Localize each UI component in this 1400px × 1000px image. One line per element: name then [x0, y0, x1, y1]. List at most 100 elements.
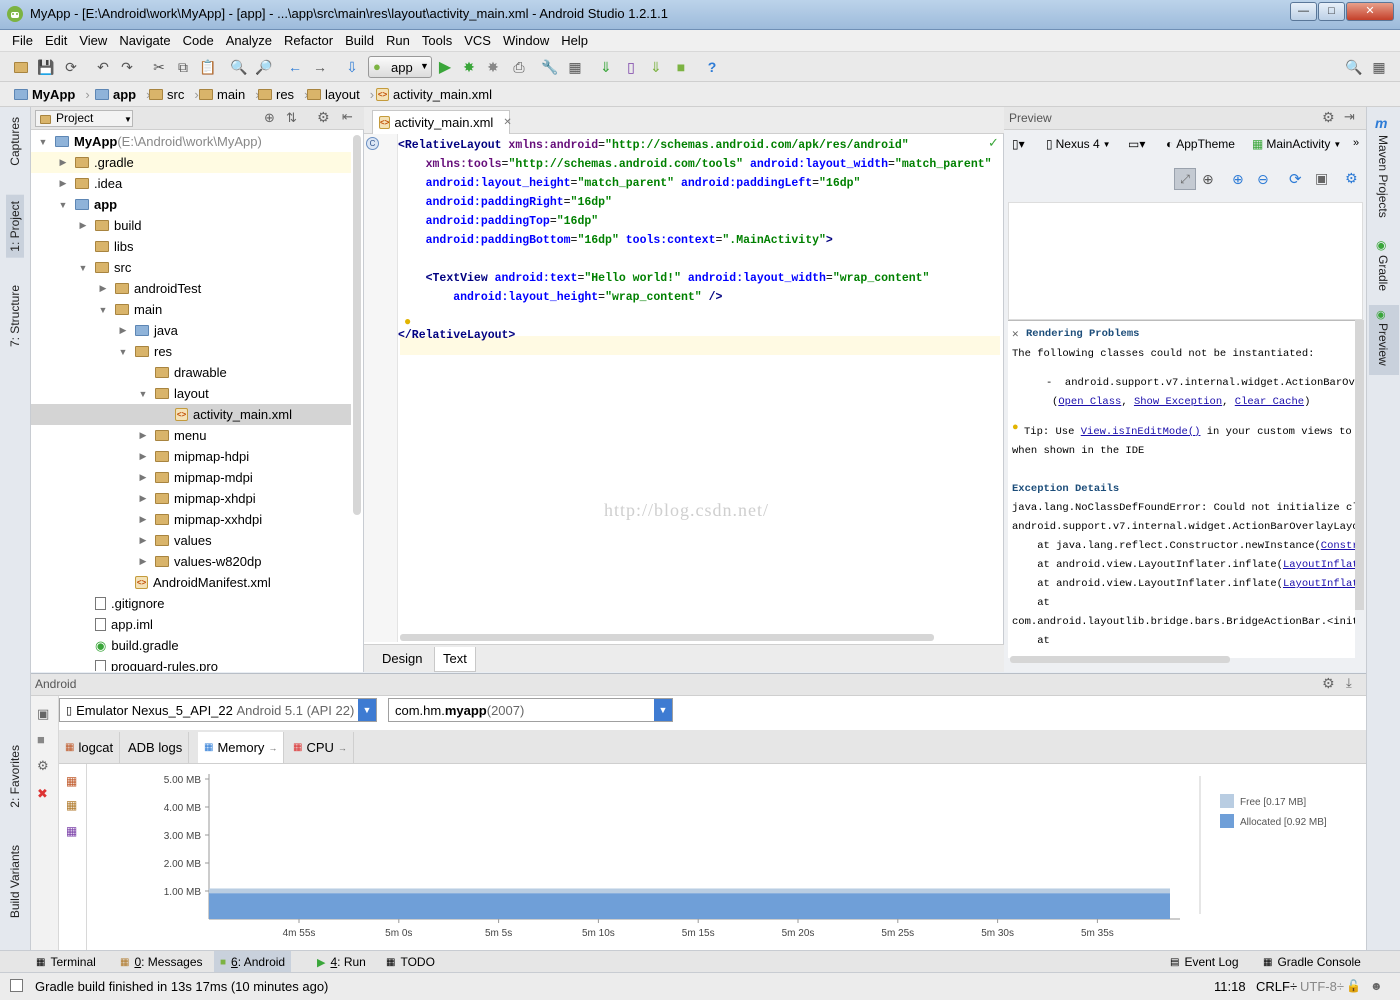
chevron-right-icon[interactable]: ▶	[137, 493, 149, 504]
tree-item[interactable]: ▼ src	[31, 257, 351, 278]
breadcrumb-item[interactable]: <> activity_main.xml	[376, 85, 492, 104]
caret-position[interactable]: 11:18	[1214, 979, 1246, 994]
hector-icon[interactable]: ☻	[1370, 979, 1383, 993]
process-combo[interactable]: com.hm. myapp (2007) ▼	[388, 698, 673, 722]
gc-icon[interactable]: ▦	[66, 798, 77, 812]
close-tab-icon[interactable]: ✕	[503, 117, 511, 128]
tree-item[interactable]: ▼ layout	[31, 383, 351, 404]
preview-canvas[interactable]	[1008, 202, 1363, 320]
line-separator[interactable]: CRLF÷	[1256, 979, 1297, 994]
chevron-right-icon[interactable]: ▶	[137, 430, 149, 441]
menu-view[interactable]: View	[73, 30, 113, 52]
chevron-down-icon[interactable]: ▼	[37, 137, 49, 147]
sync-icon[interactable]: ⟳	[62, 58, 80, 76]
tree-item[interactable]: ▶ java	[31, 320, 351, 341]
scroll-from-source-icon[interactable]: ⊕	[264, 110, 275, 126]
avd-manager-icon[interactable]: ▯	[622, 58, 640, 76]
chevron-right-icon[interactable]: ▶	[97, 283, 109, 294]
messages-tab[interactable]: ▦ 0: Messages	[114, 951, 209, 973]
forward-icon[interactable]: →	[311, 58, 329, 76]
run-tab[interactable]: ▶ 4: Run	[311, 951, 372, 973]
tab-logcat[interactable]: ▦ logcat	[59, 732, 121, 763]
show-exception-link[interactable]: Show Exception	[1134, 396, 1222, 408]
code-text[interactable]: <RelativeLayout xmlns:android="http://sc…	[398, 136, 998, 376]
breadcrumb-item[interactable]: layout ›	[307, 85, 374, 104]
tree-item[interactable]: ▶ mipmap-xxhdpi	[31, 509, 351, 530]
gear-icon[interactable]: ⚙	[1345, 170, 1358, 187]
run-configuration-select[interactable]: ● app ▼	[368, 56, 432, 78]
tree-item[interactable]: ▶ androidTest	[31, 278, 351, 299]
theme-select[interactable]: ◐ AppTheme	[1166, 137, 1235, 151]
chevron-right-icon[interactable]: ▶	[57, 157, 69, 168]
tree-scrollbar[interactable]	[353, 135, 361, 515]
activity-select[interactable]: ▦ MainActivity ▼	[1252, 137, 1341, 151]
tree-item[interactable]: ▶ mipmap-mdpi	[31, 467, 351, 488]
file-encoding[interactable]: UTF-8÷	[1300, 979, 1344, 994]
menu-refactor[interactable]: Refactor	[278, 30, 339, 52]
tree-item[interactable]: <> activity_main.xml	[31, 404, 351, 425]
chevron-down-icon[interactable]: ▼	[137, 389, 149, 399]
menu-run[interactable]: Run	[380, 30, 416, 52]
hide-panel-icon[interactable]: ⇤	[342, 109, 353, 125]
sdk-manager-icon[interactable]: ▦	[566, 58, 584, 76]
camera-icon[interactable]: ▣	[37, 706, 49, 722]
tree-item[interactable]: ▶ mipmap-hdpi	[31, 446, 351, 467]
pin-icon[interactable]: →	[338, 743, 347, 753]
captures-tab[interactable]: Captures	[8, 117, 22, 166]
favorites-tab[interactable]: 2: Favorites	[8, 745, 22, 808]
screenshot-icon[interactable]: ▣	[1315, 170, 1328, 187]
device-combo[interactable]: ▯ Emulator Nexus_5_API_22 Android 5.1 (A…	[59, 698, 377, 722]
terminate-icon[interactable]: ✖	[37, 786, 48, 802]
tree-item[interactable]: ▼ res	[31, 341, 351, 362]
find-action-icon[interactable]: ▦	[1370, 58, 1388, 76]
coverage-icon[interactable]: ✸	[484, 58, 502, 76]
tree-item[interactable]: .gitignore	[31, 593, 351, 614]
maven-projects-tab[interactable]: Maven Projects	[1376, 135, 1390, 218]
tab-design[interactable]: Design	[374, 647, 430, 672]
back-icon[interactable]: ←	[286, 58, 304, 76]
chevron-down-icon[interactable]: ▼	[77, 263, 89, 273]
tree-item[interactable]: ▶ values-w820dp	[31, 551, 351, 572]
tree-item[interactable]: libs	[31, 236, 351, 257]
tree-item[interactable]: ▼ MyApp (E:\Android\work\MyApp)	[31, 131, 351, 152]
chevron-right-icon[interactable]: ▶	[137, 556, 149, 567]
menu-tools[interactable]: Tools	[416, 30, 458, 52]
tree-item[interactable]: ▶ .idea	[31, 173, 351, 194]
breadcrumb-item[interactable]: src ›	[149, 85, 199, 104]
undo-icon[interactable]: ↶	[94, 58, 112, 76]
chevron-down-icon[interactable]: ▼	[117, 347, 129, 357]
menu-navigate[interactable]: Navigate	[113, 30, 176, 52]
structure-tab[interactable]: 7: Structure	[8, 285, 22, 347]
android-device-monitor-icon[interactable]: ■	[672, 58, 690, 76]
run-icon[interactable]: ▶	[436, 58, 454, 76]
gradle-sync-icon[interactable]: ⇓	[597, 58, 615, 76]
breadcrumb-item[interactable]: MyApp ›	[14, 85, 90, 104]
tab-memory[interactable]: ▦ Memory →	[198, 732, 285, 763]
paste-icon[interactable]: 📋	[199, 58, 217, 76]
is-in-edit-mode-link[interactable]: View.isInEditMode()	[1081, 426, 1201, 438]
more-icon[interactable]: »	[1353, 137, 1359, 149]
problems-scrollbar[interactable]	[1355, 320, 1364, 610]
menu-file[interactable]: File	[0, 30, 39, 52]
minimize-button[interactable]: —	[1290, 2, 1317, 21]
stack-link[interactable]: Construc	[1321, 540, 1355, 552]
stack-link[interactable]: LayoutInflater	[1283, 559, 1355, 571]
todo-tab[interactable]: ▦ TODO	[380, 951, 441, 973]
hide-panel-icon[interactable]: ⤓	[1346, 675, 1352, 691]
pause-icon[interactable]: ▦	[66, 774, 77, 788]
tree-item[interactable]: <> AndroidManifest.xml	[31, 572, 351, 593]
chevron-right-icon[interactable]: ▶	[137, 535, 149, 546]
tree-item[interactable]: ▶ .gradle	[31, 152, 351, 173]
search-everywhere-icon[interactable]: 🔍	[1345, 58, 1363, 76]
copy-icon[interactable]: ⧉	[174, 58, 192, 76]
gear-icon[interactable]: ⚙	[1322, 109, 1335, 126]
menu-analyze[interactable]: Analyze	[220, 30, 278, 52]
record-icon[interactable]: ■	[37, 732, 45, 747]
chevron-down-icon[interactable]: ▼	[97, 305, 109, 315]
preview-tab[interactable]: Preview	[1376, 323, 1390, 366]
menu-build[interactable]: Build	[339, 30, 380, 52]
chevron-right-icon[interactable]: ▶	[117, 325, 129, 336]
close-button[interactable]: ✕	[1346, 2, 1394, 21]
clear-cache-link[interactable]: Clear Cache	[1235, 396, 1304, 408]
tree-item[interactable]: ▶ menu	[31, 425, 351, 446]
